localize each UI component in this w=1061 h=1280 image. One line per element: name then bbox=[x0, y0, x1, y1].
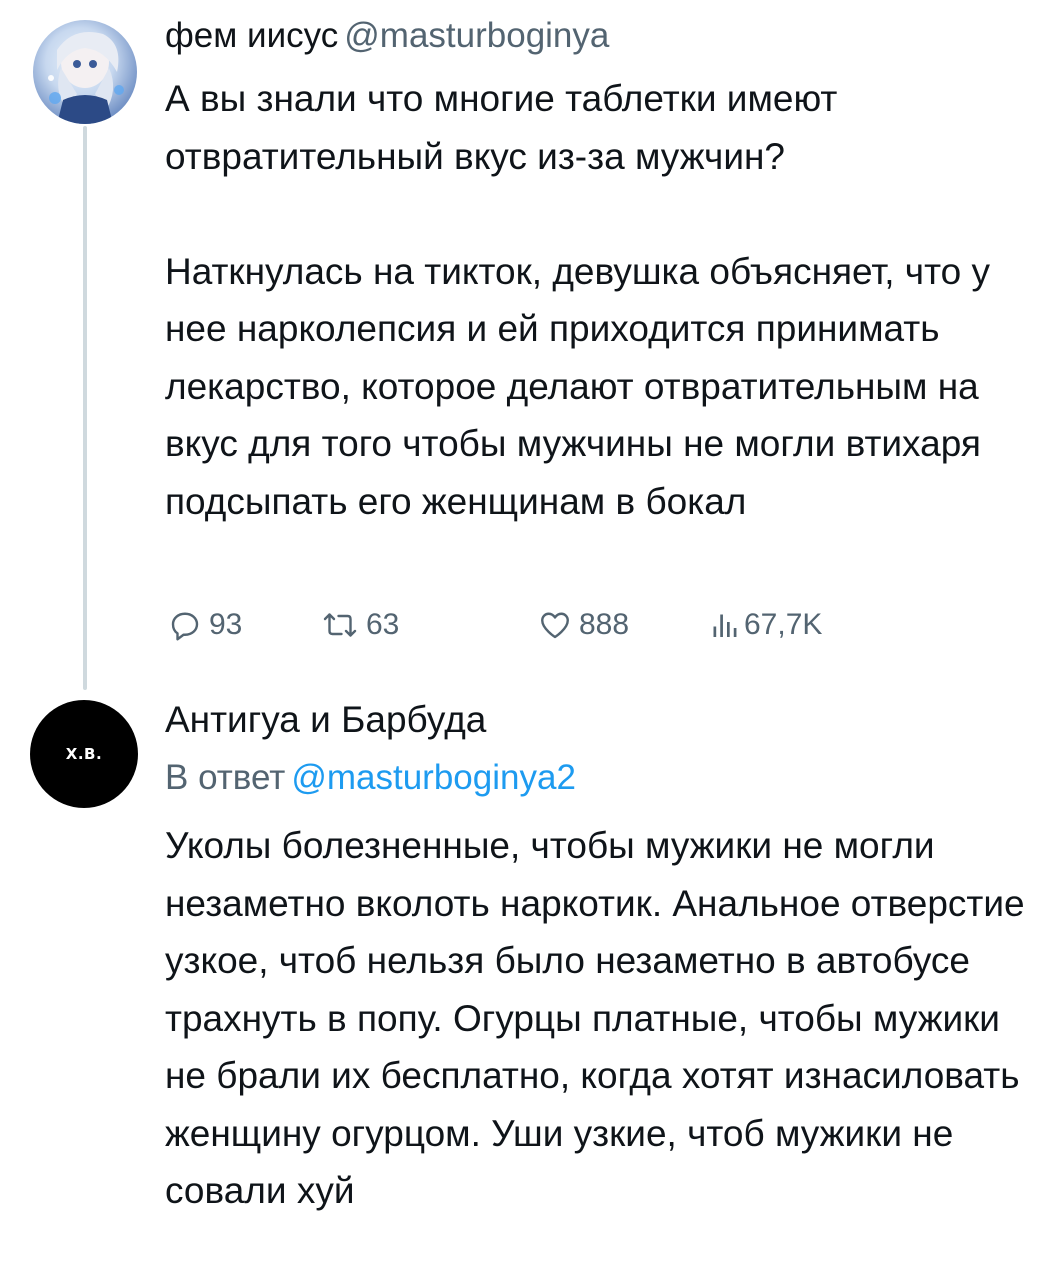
views-button[interactable]: 67,7K bbox=[710, 600, 822, 650]
views-icon bbox=[713, 614, 737, 637]
reply-context: В ответ @masturboginya2 bbox=[165, 756, 576, 800]
heart-icon bbox=[541, 612, 569, 639]
reply-mention-link[interactable]: @masturboginya2 bbox=[291, 758, 576, 797]
thread-connector-line bbox=[83, 126, 87, 690]
retweet-icon bbox=[323, 613, 357, 637]
avatar[interactable]: Х.В. bbox=[30, 700, 138, 808]
like-button[interactable]: 888 bbox=[537, 600, 629, 650]
tweet-actions: 93 63 888 67,7K bbox=[165, 600, 965, 650]
like-count: 888 bbox=[579, 608, 630, 641]
tweet-text: Уколы болезненные, чтобы мужики не могли… bbox=[165, 817, 1045, 1220]
tweet-paragraph: Наткнулась на тикток, девушка объясняет,… bbox=[165, 250, 990, 522]
retweet-count: 63 bbox=[366, 608, 400, 641]
tweet-header: фем иисус @masturboginya bbox=[165, 16, 609, 56]
reply-prefix: В ответ bbox=[165, 758, 286, 797]
avatar-initials: Х.В. bbox=[65, 745, 103, 763]
reply-count: 93 bbox=[209, 608, 243, 641]
retweet-button[interactable]: 63 bbox=[320, 600, 399, 650]
reply-icon bbox=[171, 612, 199, 641]
author-name[interactable]: фем иисус bbox=[165, 16, 338, 55]
tweet-paragraph: Уколы болезненные, чтобы мужики не могли… bbox=[165, 825, 1025, 1211]
avatar-illustration bbox=[48, 32, 124, 124]
tweet-paragraph: А вы знали что многие таблетки имеют отв… bbox=[165, 78, 838, 177]
avatar[interactable] bbox=[33, 20, 137, 124]
tweet-text: А вы знали что многие таблетки имеют отв… bbox=[165, 70, 1045, 530]
author-name[interactable]: Антигуа и Барбуда bbox=[165, 698, 486, 742]
author-handle[interactable]: @masturboginya bbox=[344, 16, 609, 55]
views-count: 67,7K bbox=[744, 608, 823, 641]
reply-button[interactable]: 93 bbox=[167, 600, 242, 650]
